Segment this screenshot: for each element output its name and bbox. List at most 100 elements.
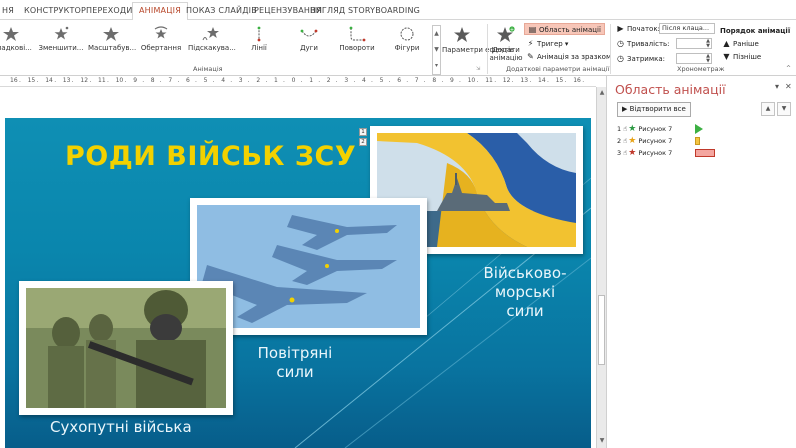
ruler-tick: · (71, 79, 74, 86)
timeline-entrance-bar[interactable] (695, 124, 703, 134)
close-icon[interactable]: ✕ (785, 82, 792, 91)
ruler-number: 15 (555, 77, 564, 84)
vertical-scrollbar[interactable]: ▲ ▼ (596, 87, 606, 448)
ruler-tick: · (459, 79, 461, 86)
animation-pane-title: Область анімації (615, 82, 726, 97)
ruler-tick: · (494, 79, 497, 86)
motion-path-shapes-button[interactable]: Фігури (384, 22, 430, 60)
timeline-exit-bar[interactable] (695, 149, 715, 157)
arcs-path-icon (300, 29, 318, 37)
animation-list-item[interactable]: 3 ☝★ Рисунок 7 (617, 147, 672, 159)
powerpoint-window: НЯ КОНСТРУКТОР ПЕРЕХОДИ АНІМАЦІЯ ПОКАЗ С… (0, 0, 796, 448)
ruler-tick: · (476, 79, 479, 86)
emphasis-star-icon: ★ (628, 136, 637, 146)
triangle-up-icon: ▲ (723, 39, 730, 48)
group-label-animation: Анімація (193, 65, 223, 73)
motion-path-lines-button[interactable]: Лінії (236, 22, 282, 60)
trigger-button[interactable]: ⚡ Тригер ▾ (526, 38, 569, 50)
slide[interactable]: РОДИ ВІЙСЬК ЗСУ 1 2 Сухопутні війська По… (5, 118, 591, 448)
ruler-number: 9 (450, 77, 454, 84)
caption-air-force[interactable]: Повітряні сили (255, 344, 335, 382)
motion-path-arcs-button[interactable]: Дуги (286, 22, 332, 60)
motion-path-turns-button[interactable]: Повороти (334, 22, 380, 60)
move-earlier-button[interactable]: ▲ Раніше (722, 38, 758, 50)
triangle-down-icon: ▼ (723, 52, 730, 61)
effect-options-button[interactable]: Параметри ефектів (442, 22, 514, 60)
spin-down-icon[interactable]: ▼ (706, 44, 710, 49)
effect-label: Повороти (339, 44, 375, 52)
duration-spinner[interactable]: ▲ ▼ (676, 38, 712, 49)
ruler-tick: · (371, 79, 373, 86)
effect-shrink-button[interactable]: Зменшити... (38, 22, 84, 60)
animation-pane: Область анімації ▾ ✕ ▶ Відтворити все ▲ … (606, 76, 796, 448)
triangle-down-icon: ▼ (781, 105, 787, 112)
exit-star-icon: ★ (628, 148, 637, 158)
ruler-number: 11 (98, 77, 106, 84)
animation-list-item[interactable]: 1 ☝★ Рисунок 7 (617, 123, 672, 135)
effect-zoom-button[interactable]: Масштабув... (88, 22, 137, 60)
move-later-button[interactable]: ▼ Пізніше (722, 51, 761, 63)
caption-navy[interactable]: Військово- морські сили (475, 264, 575, 321)
animation-marker[interactable]: 1 (359, 128, 367, 136)
caption-air-line-1: Повітряні (257, 344, 333, 362)
add-animation-label-2: анімацію (489, 54, 523, 62)
ruler-number: 6 (397, 77, 402, 84)
start-combo[interactable]: Після клаца... (659, 23, 715, 34)
caption-army[interactable]: Сухопутні війська (50, 418, 192, 437)
effect-spin-button[interactable]: Обертання (138, 22, 184, 60)
tab-home[interactable]: НЯ (0, 3, 20, 20)
ruler-tick: · (406, 79, 409, 86)
scroll-up-icon[interactable]: ▲ (433, 26, 440, 42)
scroll-down-icon[interactable]: ▼ (433, 42, 440, 58)
ruler-number: 5 (203, 77, 208, 84)
dialog-launcher-icon[interactable]: ⇲ (476, 63, 480, 75)
ruler-number: 13 (62, 77, 71, 84)
effect-label: Масштабув... (88, 44, 137, 52)
effect-random-bars-button[interactable]: ...падкові... (0, 22, 34, 60)
ruler-tick: · (283, 79, 285, 86)
ruler-number: 10 (115, 77, 124, 84)
collapse-ribbon-icon[interactable]: ^ (786, 63, 791, 75)
lines-path-icon (257, 26, 261, 42)
spin-star-icon (154, 26, 168, 39)
effects-gallery-scroll[interactable]: ▲ ▼ ▾ (432, 25, 441, 75)
ribbon: ...падкові... Зменшити... Масштабув... О… (0, 20, 796, 76)
animation-marker[interactable]: 2 (359, 138, 367, 146)
ruler-tick: · (89, 79, 92, 86)
animation-list-item[interactable]: 2 ☝★ Рисунок 7 (617, 135, 672, 147)
play-all-button[interactable]: ▶ Відтворити все (617, 102, 691, 117)
spin-down-icon[interactable]: ▼ (706, 59, 710, 64)
photo-army[interactable] (19, 281, 233, 415)
ruler-tick: · (582, 79, 585, 86)
move-down-button[interactable]: ▼ (777, 102, 791, 116)
ruler-number: 8 (150, 77, 155, 84)
ruler-number: 5 (379, 77, 384, 84)
delay-spinner[interactable]: ▲ ▼ (676, 53, 712, 64)
tab-storyboarding[interactable]: STORYBOARDING (342, 3, 426, 20)
item-name: Рисунок 7 (638, 149, 673, 157)
ruler-number: 7 (168, 77, 173, 84)
play-all-label: Відтворити все (629, 105, 686, 113)
soldiers-image (26, 288, 226, 408)
bounce-star-icon (202, 27, 219, 41)
slide-title[interactable]: РОДИ ВІЙСЬК ЗСУ (65, 141, 356, 172)
scrollbar-thumb[interactable] (598, 295, 605, 365)
tab-transitions[interactable]: ПЕРЕХОДИ (80, 3, 139, 20)
ruler-tick: · (107, 79, 109, 86)
ruler-tick: · (36, 79, 39, 86)
effect-bounce-button[interactable]: Підскакува... (188, 22, 236, 60)
add-animation-button[interactable]: + Додати анімацію (488, 22, 524, 62)
pane-options-icon[interactable]: ▾ (775, 82, 779, 91)
effect-label: Підскакува... (188, 44, 236, 52)
ruler-tick: · (230, 79, 233, 86)
animation-painter-label: Анімація за зразком (537, 53, 612, 61)
animation-painter-button[interactable]: ✎ Анімація за зразком (526, 51, 611, 63)
more-icon[interactable]: ▾ (433, 58, 440, 74)
timeline-emphasis-bar[interactable] (695, 137, 700, 145)
clock-icon: ◷ (617, 54, 624, 63)
animation-pane-icon: ▤ (528, 25, 537, 34)
ribbon-tab-bar: НЯ КОНСТРУКТОР ПЕРЕХОДИ АНІМАЦІЯ ПОКАЗ С… (0, 0, 796, 21)
animation-pane-button[interactable]: ▤ Область анімації (524, 23, 605, 35)
caption-navy-line-3: сили (506, 302, 544, 320)
move-up-button[interactable]: ▲ (761, 102, 775, 116)
